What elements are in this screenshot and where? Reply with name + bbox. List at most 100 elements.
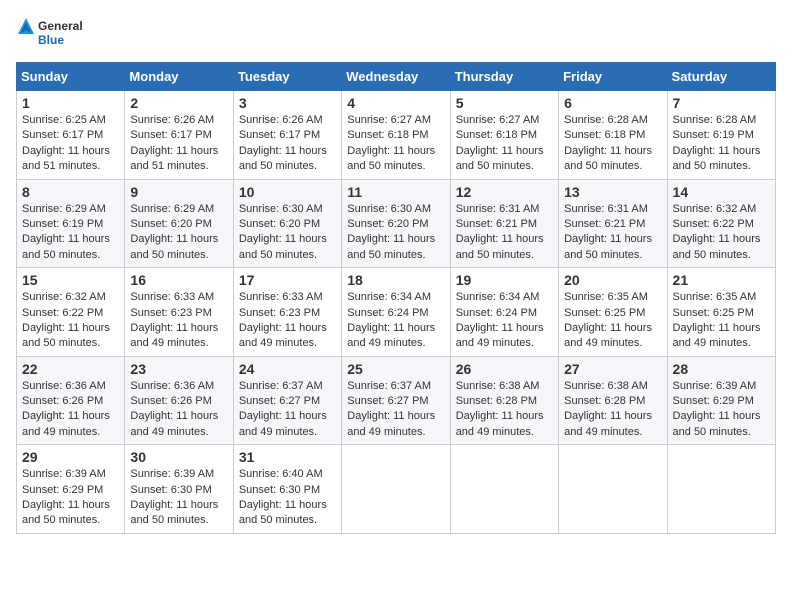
sunrise-label: Sunrise: 6:25 AM — [22, 114, 106, 126]
calendar-day-cell: 14 Sunrise: 6:32 AM Sunset: 6:22 PM Dayl… — [667, 179, 775, 268]
sunrise-label: Sunrise: 6:39 AM — [22, 468, 106, 480]
sunrise-label: Sunrise: 6:26 AM — [239, 114, 323, 126]
calendar-day-cell: 20 Sunrise: 6:35 AM Sunset: 6:25 PM Dayl… — [559, 268, 667, 357]
day-info: Sunrise: 6:39 AM Sunset: 6:30 PM Dayligh… — [130, 467, 227, 529]
calendar-day-cell: 16 Sunrise: 6:33 AM Sunset: 6:23 PM Dayl… — [125, 268, 233, 357]
daylight-label: Daylight: 11 hours and 50 minutes. — [347, 233, 435, 260]
sunset-label: Sunset: 6:21 PM — [456, 218, 537, 230]
sunset-label: Sunset: 6:19 PM — [22, 218, 103, 230]
daylight-label: Daylight: 11 hours and 50 minutes. — [347, 145, 435, 172]
sunset-label: Sunset: 6:30 PM — [130, 484, 211, 496]
day-info: Sunrise: 6:31 AM Sunset: 6:21 PM Dayligh… — [456, 202, 553, 264]
day-of-week-header: Thursday — [450, 63, 558, 91]
sunset-label: Sunset: 6:18 PM — [456, 129, 537, 141]
daylight-label: Daylight: 11 hours and 50 minutes. — [673, 145, 761, 172]
sunset-label: Sunset: 6:25 PM — [673, 307, 754, 319]
daylight-label: Daylight: 11 hours and 50 minutes. — [239, 145, 327, 172]
daylight-label: Daylight: 11 hours and 50 minutes. — [130, 233, 218, 260]
calendar-day-cell: 12 Sunrise: 6:31 AM Sunset: 6:21 PM Dayl… — [450, 179, 558, 268]
day-number: 3 — [239, 95, 336, 111]
day-info: Sunrise: 6:35 AM Sunset: 6:25 PM Dayligh… — [673, 290, 770, 352]
day-of-week-header: Monday — [125, 63, 233, 91]
sunset-label: Sunset: 6:20 PM — [130, 218, 211, 230]
calendar-day-cell — [342, 445, 450, 534]
calendar-day-cell: 21 Sunrise: 6:35 AM Sunset: 6:25 PM Dayl… — [667, 268, 775, 357]
calendar-day-cell: 15 Sunrise: 6:32 AM Sunset: 6:22 PM Dayl… — [17, 268, 125, 357]
day-of-week-header: Tuesday — [233, 63, 341, 91]
daylight-label: Daylight: 11 hours and 51 minutes. — [130, 145, 218, 172]
calendar-day-cell: 24 Sunrise: 6:37 AM Sunset: 6:27 PM Dayl… — [233, 356, 341, 445]
sunrise-label: Sunrise: 6:29 AM — [22, 203, 106, 215]
day-info: Sunrise: 6:30 AM Sunset: 6:20 PM Dayligh… — [239, 202, 336, 264]
day-number: 27 — [564, 361, 661, 377]
day-info: Sunrise: 6:39 AM Sunset: 6:29 PM Dayligh… — [673, 379, 770, 441]
day-number: 17 — [239, 272, 336, 288]
sunrise-label: Sunrise: 6:34 AM — [456, 291, 540, 303]
day-info: Sunrise: 6:34 AM Sunset: 6:24 PM Dayligh… — [347, 290, 444, 352]
day-number: 29 — [22, 449, 119, 465]
sunrise-label: Sunrise: 6:29 AM — [130, 203, 214, 215]
daylight-label: Daylight: 11 hours and 50 minutes. — [673, 410, 761, 437]
sunrise-label: Sunrise: 6:36 AM — [130, 380, 214, 392]
day-info: Sunrise: 6:37 AM Sunset: 6:27 PM Dayligh… — [239, 379, 336, 441]
sunrise-label: Sunrise: 6:40 AM — [239, 468, 323, 480]
sunset-label: Sunset: 6:23 PM — [239, 307, 320, 319]
logo-svg: General Blue — [16, 16, 96, 52]
calendar-week-row: 15 Sunrise: 6:32 AM Sunset: 6:22 PM Dayl… — [17, 268, 776, 357]
day-info: Sunrise: 6:26 AM Sunset: 6:17 PM Dayligh… — [130, 113, 227, 175]
sunset-label: Sunset: 6:30 PM — [239, 484, 320, 496]
daylight-label: Daylight: 11 hours and 49 minutes. — [239, 322, 327, 349]
sunrise-label: Sunrise: 6:27 AM — [347, 114, 431, 126]
sunset-label: Sunset: 6:25 PM — [564, 307, 645, 319]
calendar-day-cell: 19 Sunrise: 6:34 AM Sunset: 6:24 PM Dayl… — [450, 268, 558, 357]
daylight-label: Daylight: 11 hours and 50 minutes. — [22, 233, 110, 260]
day-number: 1 — [22, 95, 119, 111]
sunset-label: Sunset: 6:21 PM — [564, 218, 645, 230]
calendar-day-cell: 1 Sunrise: 6:25 AM Sunset: 6:17 PM Dayli… — [17, 91, 125, 180]
calendar-day-cell: 13 Sunrise: 6:31 AM Sunset: 6:21 PM Dayl… — [559, 179, 667, 268]
calendar-day-cell: 25 Sunrise: 6:37 AM Sunset: 6:27 PM Dayl… — [342, 356, 450, 445]
calendar-day-cell: 23 Sunrise: 6:36 AM Sunset: 6:26 PM Dayl… — [125, 356, 233, 445]
day-number: 31 — [239, 449, 336, 465]
sunset-label: Sunset: 6:24 PM — [456, 307, 537, 319]
day-number: 22 — [22, 361, 119, 377]
sunrise-label: Sunrise: 6:39 AM — [673, 380, 757, 392]
day-number: 24 — [239, 361, 336, 377]
day-of-week-header: Wednesday — [342, 63, 450, 91]
sunrise-label: Sunrise: 6:27 AM — [456, 114, 540, 126]
sunrise-label: Sunrise: 6:31 AM — [456, 203, 540, 215]
sunrise-label: Sunrise: 6:31 AM — [564, 203, 648, 215]
sunrise-label: Sunrise: 6:28 AM — [673, 114, 757, 126]
daylight-label: Daylight: 11 hours and 50 minutes. — [673, 233, 761, 260]
calendar-day-cell: 10 Sunrise: 6:30 AM Sunset: 6:20 PM Dayl… — [233, 179, 341, 268]
sunrise-label: Sunrise: 6:37 AM — [239, 380, 323, 392]
day-info: Sunrise: 6:31 AM Sunset: 6:21 PM Dayligh… — [564, 202, 661, 264]
day-number: 12 — [456, 184, 553, 200]
day-info: Sunrise: 6:37 AM Sunset: 6:27 PM Dayligh… — [347, 379, 444, 441]
calendar-day-cell: 11 Sunrise: 6:30 AM Sunset: 6:20 PM Dayl… — [342, 179, 450, 268]
page-header: General Blue — [16, 16, 776, 52]
day-of-week-header: Saturday — [667, 63, 775, 91]
calendar-day-cell: 4 Sunrise: 6:27 AM Sunset: 6:18 PM Dayli… — [342, 91, 450, 180]
day-of-week-header: Sunday — [17, 63, 125, 91]
day-number: 26 — [456, 361, 553, 377]
sunset-label: Sunset: 6:29 PM — [673, 395, 754, 407]
sunrise-label: Sunrise: 6:30 AM — [347, 203, 431, 215]
sunrise-label: Sunrise: 6:26 AM — [130, 114, 214, 126]
calendar-day-cell: 29 Sunrise: 6:39 AM Sunset: 6:29 PM Dayl… — [17, 445, 125, 534]
day-number: 25 — [347, 361, 444, 377]
svg-text:Blue: Blue — [38, 33, 64, 47]
sunrise-label: Sunrise: 6:33 AM — [130, 291, 214, 303]
daylight-label: Daylight: 11 hours and 51 minutes. — [22, 145, 110, 172]
logo: General Blue — [16, 16, 96, 52]
day-number: 11 — [347, 184, 444, 200]
sunset-label: Sunset: 6:28 PM — [564, 395, 645, 407]
sunset-label: Sunset: 6:22 PM — [22, 307, 103, 319]
calendar-day-cell — [667, 445, 775, 534]
daylight-label: Daylight: 11 hours and 50 minutes. — [564, 233, 652, 260]
sunrise-label: Sunrise: 6:36 AM — [22, 380, 106, 392]
calendar-day-cell: 22 Sunrise: 6:36 AM Sunset: 6:26 PM Dayl… — [17, 356, 125, 445]
sunset-label: Sunset: 6:17 PM — [239, 129, 320, 141]
sunset-label: Sunset: 6:22 PM — [673, 218, 754, 230]
daylight-label: Daylight: 11 hours and 49 minutes. — [673, 322, 761, 349]
